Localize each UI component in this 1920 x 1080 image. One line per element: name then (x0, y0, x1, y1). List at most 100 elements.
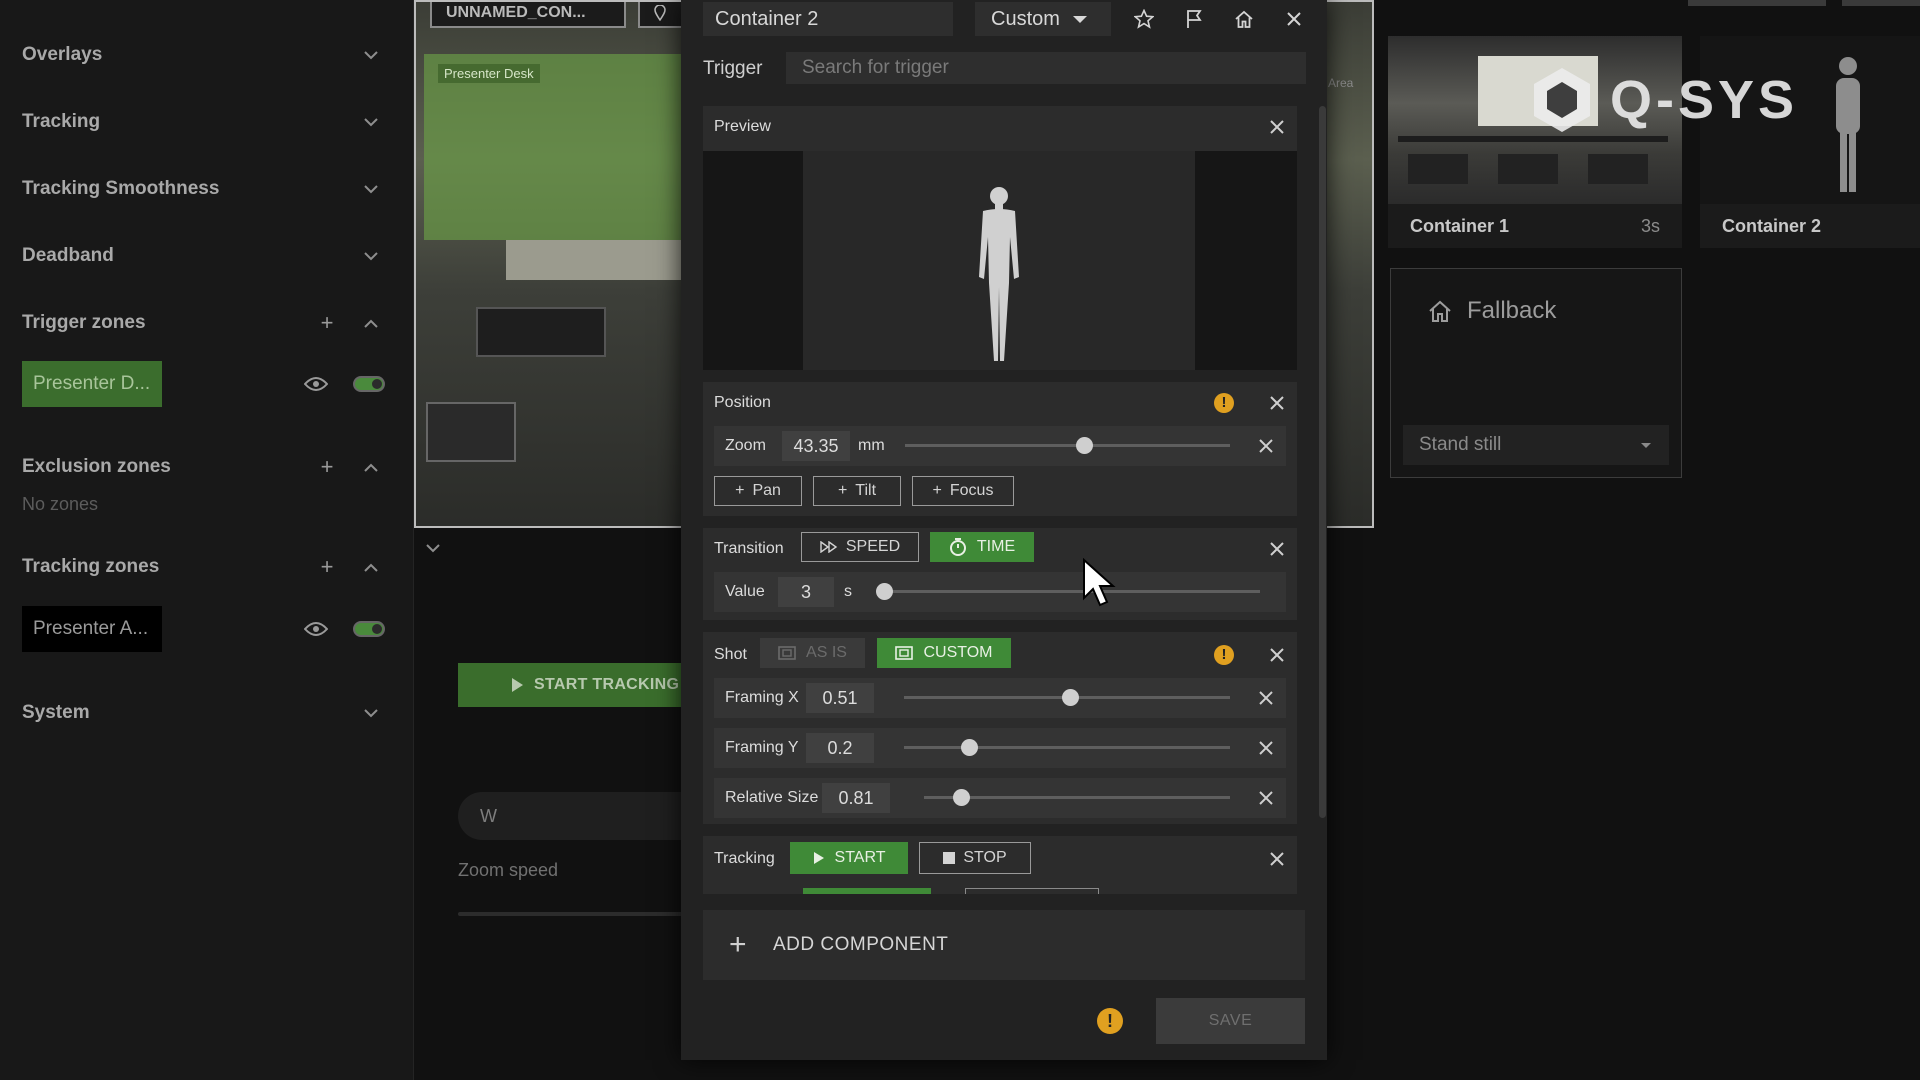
tracking-zone-chip[interactable]: Presenter A... (22, 606, 162, 652)
visibility-toggle[interactable] (353, 621, 385, 637)
save-button[interactable]: SAVE (1156, 998, 1305, 1044)
zoom-unit: mm (858, 437, 885, 454)
container-1-label[interactable]: Container 1 3s (1388, 204, 1682, 248)
framing-y-slider-thumb[interactable] (961, 739, 979, 756)
timer-icon (949, 538, 966, 556)
close-icon[interactable] (1268, 118, 1286, 136)
zoom-row: Zoom 43.35 mm (714, 426, 1286, 466)
container-name-input[interactable]: Container 2 (703, 2, 953, 36)
tracking-start-button[interactable]: START (790, 842, 908, 874)
close-icon[interactable] (1257, 689, 1275, 707)
section-tracking-zones[interactable]: Tracking zones + (22, 547, 385, 587)
fallback-select[interactable]: Stand still (1403, 425, 1669, 465)
w-input[interactable]: W (458, 792, 718, 840)
chevron-down-icon[interactable] (357, 112, 385, 132)
desk-image (506, 240, 706, 280)
close-icon[interactable] (1257, 739, 1275, 757)
equipment-image (426, 402, 516, 462)
fallback-card[interactable]: Fallback Stand still (1390, 268, 1682, 478)
home-icon (1429, 300, 1451, 322)
close-icon[interactable] (1268, 540, 1286, 558)
add-icon[interactable]: + (311, 456, 343, 478)
tracking-stop-button[interactable]: STOP (919, 842, 1031, 874)
start-tracking-button[interactable]: START TRACKING (458, 663, 698, 707)
relative-size-input[interactable]: 0.81 (822, 783, 890, 813)
as-is-label: AS IS (806, 644, 847, 661)
fast-forward-icon (820, 541, 838, 553)
section-system[interactable]: System (22, 693, 385, 733)
warning-icon: ! (1214, 645, 1234, 665)
as-is-button[interactable]: AS IS (760, 638, 865, 668)
section-overlays[interactable]: Overlays (22, 35, 385, 75)
position-card: Position ! Zoom 43.35 mm + Pan + Tilt + Foc… (703, 382, 1297, 516)
add-tilt-label: Tilt (855, 482, 877, 499)
chevron-up-icon[interactable] (357, 557, 385, 577)
add-icon[interactable]: + (311, 312, 343, 334)
mode-dropdown-value: Custom (991, 7, 1060, 30)
chevron-up-icon[interactable] (357, 313, 385, 333)
add-tilt-button[interactable]: + Tilt (813, 476, 901, 506)
framing-y-slider-track[interactable] (904, 746, 1230, 749)
zoom-slider-track[interactable] (905, 444, 1230, 447)
add-pan-button[interactable]: + Pan (714, 476, 802, 506)
trigger-search-input[interactable]: Search for trigger (786, 52, 1306, 84)
chevron-down-icon[interactable] (357, 45, 385, 65)
close-icon[interactable] (1268, 394, 1286, 412)
section-deadband[interactable]: Deadband (22, 236, 385, 276)
flag-icon[interactable] (1181, 6, 1207, 32)
framing-y-input[interactable]: 0.2 (806, 733, 874, 763)
shot-card: Shot AS IS CUSTOM ! Framing X 0.51 Frami… (703, 632, 1297, 824)
q-sys-logo-icon (1534, 68, 1590, 132)
chevron-down-icon[interactable] (357, 179, 385, 199)
section-title: Trigger zones (22, 312, 146, 333)
mode-dropdown[interactable]: Custom (975, 2, 1111, 36)
chevron-down-icon[interactable] (357, 246, 385, 266)
framing-x-slider-thumb[interactable] (1062, 689, 1080, 706)
top-button[interactable] (1688, 0, 1826, 6)
add-focus-button[interactable]: + Focus (912, 476, 1014, 506)
camera-tab[interactable]: UNNAMED_CON... (430, 2, 626, 28)
home-icon[interactable] (1231, 6, 1257, 32)
transition-slider-track[interactable] (884, 590, 1260, 593)
visibility-toggle[interactable] (353, 376, 385, 392)
trigger-zone-chip[interactable]: Presenter D... (22, 361, 162, 407)
close-icon[interactable] (1281, 6, 1307, 32)
clipped-green-button (803, 888, 931, 894)
eye-icon[interactable] (301, 619, 331, 639)
chevron-down-icon[interactable] (426, 540, 440, 558)
close-icon[interactable] (1268, 646, 1286, 664)
time-button[interactable]: TIME (930, 532, 1034, 562)
chevron-down-icon[interactable] (357, 703, 385, 723)
mouse-cursor-icon (1083, 558, 1116, 607)
section-trigger-zones[interactable]: Trigger zones + (22, 303, 385, 343)
custom-shot-button[interactable]: CUSTOM (877, 638, 1011, 668)
close-icon[interactable] (1257, 789, 1275, 807)
relative-size-slider-thumb[interactable] (953, 789, 971, 806)
zoom-value-input[interactable]: 43.35 (782, 431, 850, 461)
add-icon[interactable]: + (311, 556, 343, 578)
star-icon[interactable] (1131, 6, 1157, 32)
zoom-speed-slider[interactable] (458, 912, 708, 916)
add-focus-label: Focus (949, 482, 994, 499)
close-icon[interactable] (1268, 850, 1286, 868)
section-tracking[interactable]: Tracking (22, 102, 385, 142)
fallback-header: Fallback (1427, 297, 1556, 325)
add-component-button[interactable]: + ADD COMPONENT (703, 910, 1305, 980)
transition-title: Transition (714, 540, 784, 557)
container-2-label[interactable]: Container 2 (1700, 204, 1920, 248)
speed-button[interactable]: SPEED (801, 532, 919, 562)
framing-x-input[interactable]: 0.51 (806, 683, 874, 713)
zoom-slider-thumb[interactable] (1075, 437, 1093, 454)
play-icon (512, 678, 523, 692)
plus-icon: + (735, 482, 745, 499)
section-exclusion-zones[interactable]: Exclusion zones + (22, 447, 385, 487)
transition-slider-thumb[interactable] (876, 583, 893, 600)
eye-icon[interactable] (301, 374, 331, 394)
close-icon[interactable] (1257, 437, 1275, 455)
transition-value-input[interactable]: 3 (778, 577, 834, 607)
chevron-up-icon[interactable] (357, 457, 385, 477)
top-button[interactable] (1842, 0, 1920, 6)
zoom-speed-label: Zoom speed (458, 860, 559, 880)
scrollbar[interactable] (1319, 106, 1326, 818)
section-tracking-smoothness[interactable]: Tracking Smoothness (22, 169, 385, 209)
